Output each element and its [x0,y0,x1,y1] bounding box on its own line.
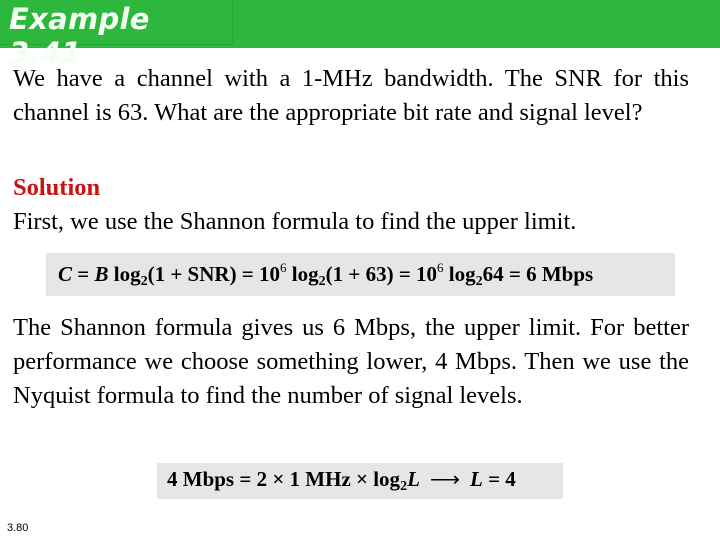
slide-title: Example 3.41 [9,2,150,70]
solution-intro: First, we use the Shannon formula to fin… [13,208,577,235]
nyquist-formula-text: 4 Mbps = 2 × 1 MHz × log2L ⟶ L = 4 [167,467,516,494]
explanation-text: The Shannon formula gives us 6 Mbps, the… [13,314,689,409]
shannon-formula: C = B log2(1 + SNR) = 106 log2(1 + 63) =… [46,253,675,296]
title-box: Example 3.41 [0,0,233,70]
arrow-icon: ⟶ [429,467,460,491]
nyquist-formula: 4 Mbps = 2 × 1 MHz × log2L ⟶ L = 4 [157,463,563,499]
slide-number: 3.80 [7,522,29,534]
question-text: We have a channel with a 1-MHz bandwidth… [13,65,689,126]
solution-heading: Solution [13,174,101,201]
shannon-formula-text: C = B log2(1 + SNR) = 106 log2(1 + 63) =… [58,260,594,289]
